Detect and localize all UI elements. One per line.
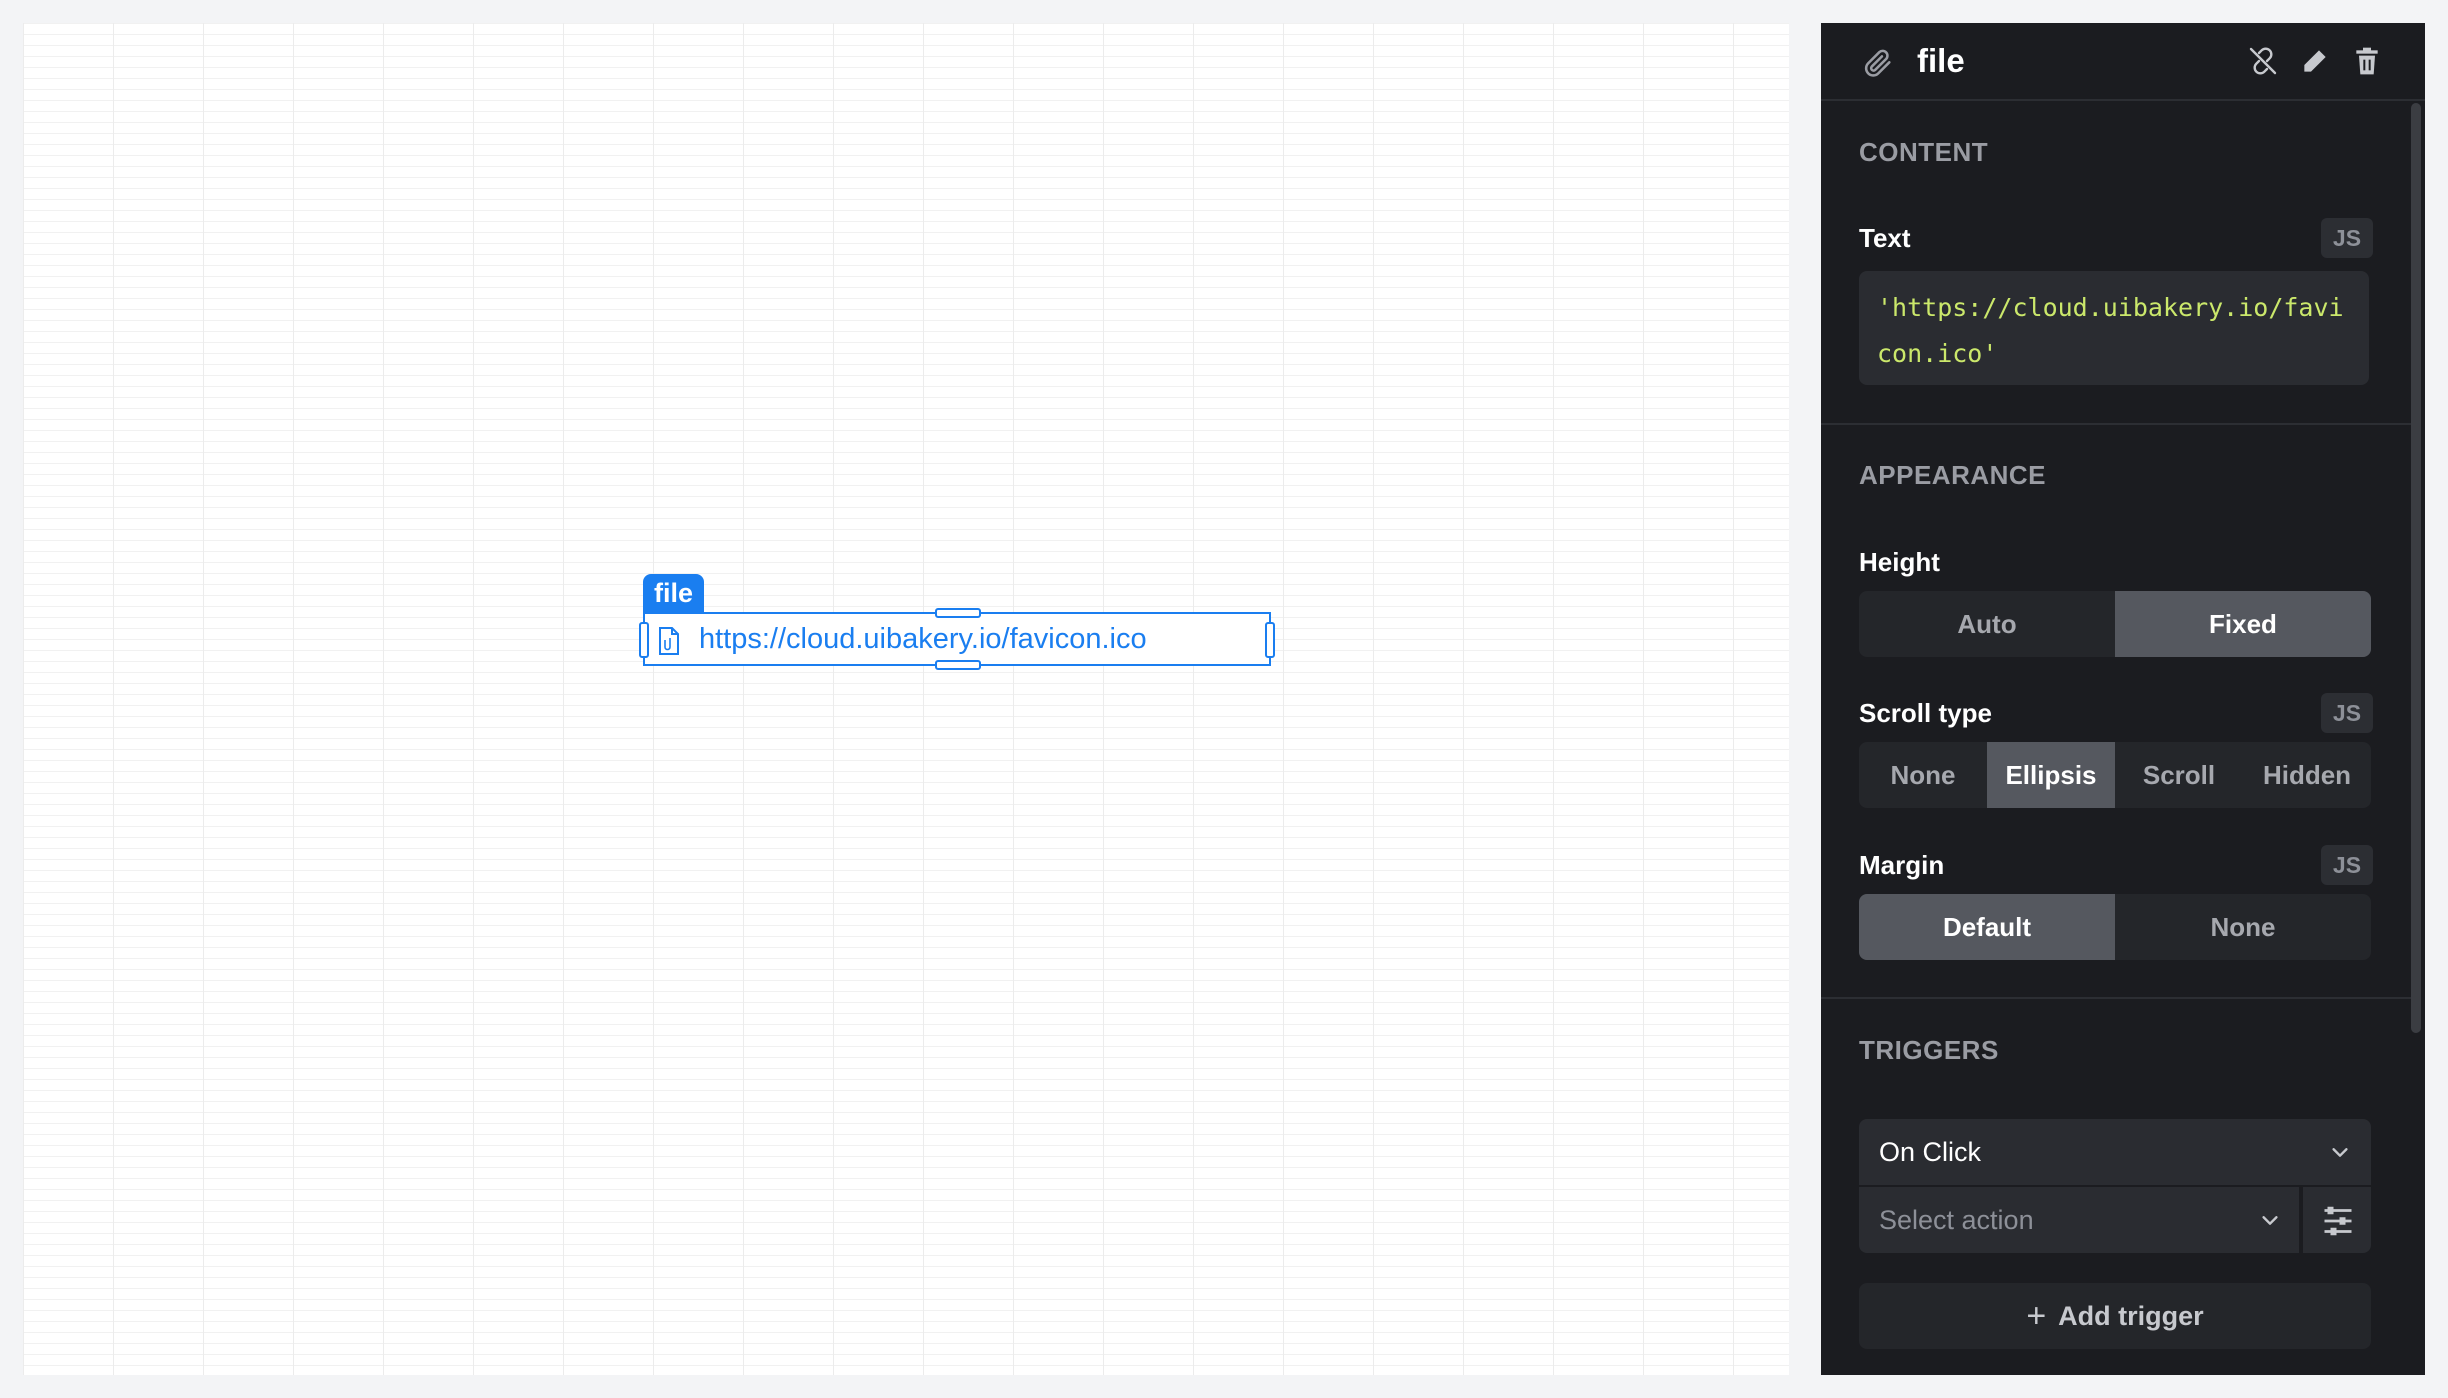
- unlink-icon[interactable]: [2247, 45, 2279, 77]
- margin-toggle: Default None: [1859, 894, 2371, 960]
- text-code-input[interactable]: 'https://cloud.uibakery.io/favicon.ico': [1859, 271, 2369, 385]
- divider: [1821, 423, 2411, 425]
- scroll-type-js-toggle[interactable]: JS: [2321, 693, 2373, 733]
- height-option-fixed[interactable]: Fixed: [2115, 591, 2371, 657]
- pencil-icon[interactable]: [2299, 45, 2331, 77]
- text-label: Text: [1859, 223, 1911, 253]
- panel-title: file: [1917, 42, 1965, 79]
- trigger-event-select[interactable]: On Click: [1859, 1119, 2371, 1185]
- plus-icon: +: [2026, 1297, 2047, 1335]
- height-toggle: Auto Fixed: [1859, 591, 2371, 657]
- resize-handle-right[interactable]: [1265, 622, 1275, 658]
- section-title-content: CONTENT: [1859, 137, 1989, 167]
- margin-option-none[interactable]: None: [2115, 894, 2371, 960]
- text-js-toggle[interactable]: JS: [2321, 218, 2373, 258]
- chevron-down-icon: [2332, 1148, 2348, 1157]
- resize-handle-bottom[interactable]: [935, 660, 981, 670]
- scroll-option-none[interactable]: None: [1859, 742, 1987, 808]
- chevron-down-icon: [2262, 1216, 2278, 1225]
- resize-handle-top[interactable]: [935, 608, 981, 618]
- panel-scrollbar[interactable]: [2411, 103, 2421, 1033]
- file-widget[interactable]: https://cloud.uibakery.io/favicon.ico: [639, 608, 1275, 670]
- scroll-option-ellipsis[interactable]: Ellipsis: [1987, 742, 2115, 808]
- section-title-triggers: TRIGGERS: [1859, 1035, 1999, 1065]
- file-icon: [659, 627, 679, 655]
- divider: [1821, 997, 2411, 999]
- trigger-event-value: On Click: [1879, 1137, 1982, 1167]
- editor-canvas[interactable]: file https://cloud.uibakery.io/favicon.i…: [23, 23, 1789, 1375]
- height-label: Height: [1859, 547, 1940, 577]
- height-option-auto[interactable]: Auto: [1859, 591, 2115, 657]
- file-link[interactable]: https://cloud.uibakery.io/favicon.ico: [699, 614, 1147, 664]
- scroll-option-hidden[interactable]: Hidden: [2243, 742, 2371, 808]
- properties-panel: file CONTENT Text JS 'https://cloud.uiba…: [1821, 23, 2425, 1375]
- trigger-action-select[interactable]: Select action: [1859, 1187, 2299, 1253]
- widget-name-tag[interactable]: file: [643, 574, 705, 612]
- section-title-appearance: APPEARANCE: [1859, 460, 2047, 490]
- trigger-action-placeholder: Select action: [1879, 1205, 2034, 1235]
- scroll-type-label: Scroll type: [1859, 698, 1992, 728]
- sliders-icon: [2324, 1206, 2352, 1236]
- add-trigger-button[interactable]: + Add trigger: [1859, 1283, 2371, 1349]
- margin-js-toggle[interactable]: JS: [2321, 845, 2373, 885]
- resize-handle-left[interactable]: [639, 622, 649, 658]
- scroll-type-toggle: None Ellipsis Scroll Hidden: [1859, 742, 2371, 808]
- trash-icon[interactable]: [2351, 45, 2383, 77]
- add-trigger-label: Add trigger: [2058, 1301, 2204, 1331]
- margin-label: Margin: [1859, 850, 1945, 880]
- paperclip-icon: [1864, 49, 1891, 77]
- action-settings-button[interactable]: [2303, 1187, 2371, 1253]
- panel-header: file: [1821, 23, 2425, 101]
- scroll-option-scroll[interactable]: Scroll: [2115, 742, 2243, 808]
- margin-option-default[interactable]: Default: [1859, 894, 2115, 960]
